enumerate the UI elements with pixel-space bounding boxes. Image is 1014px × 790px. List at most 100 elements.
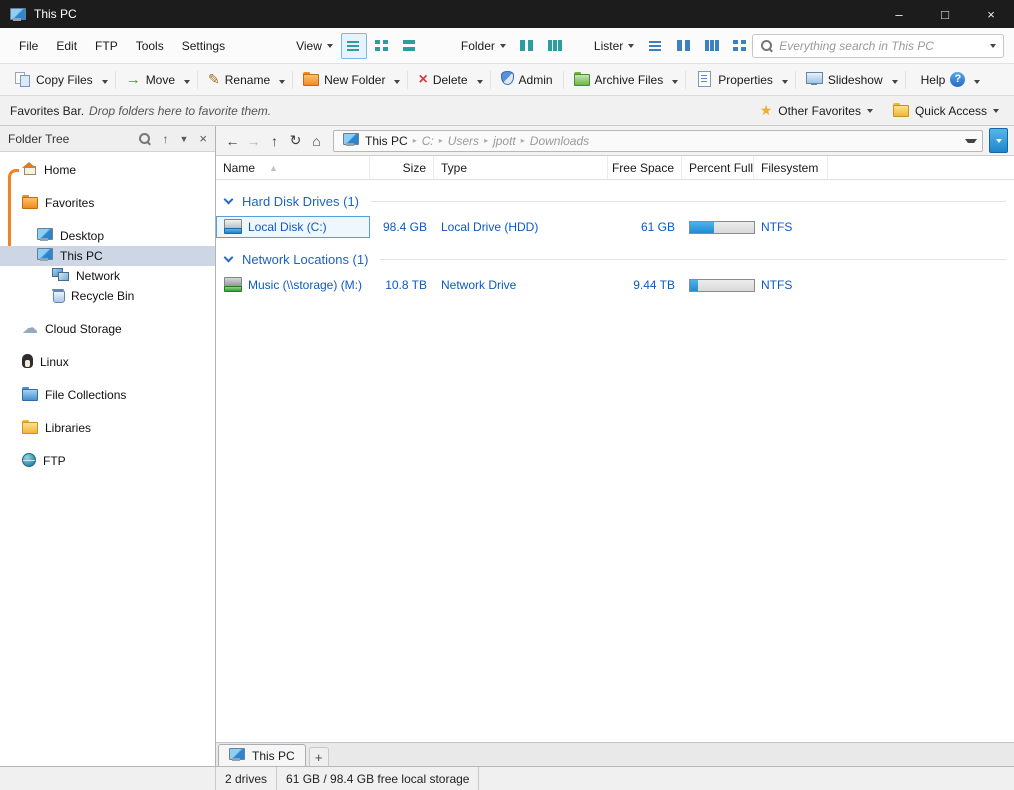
archive-files-button[interactable]: Archive Files <box>568 69 670 91</box>
column-size[interactable]: Size <box>370 156 434 179</box>
column-free-space[interactable]: Free Space <box>608 156 682 179</box>
column-type[interactable]: Type <box>434 156 608 179</box>
toolbar-dropdown[interactable] <box>669 69 681 91</box>
breadcrumb-users[interactable]: Users <box>444 133 483 149</box>
rename-button[interactable]: ✎ Rename <box>202 69 276 90</box>
details-view-button[interactable] <box>340 32 367 59</box>
toolbar-dropdown[interactable] <box>474 69 486 91</box>
maximize-button[interactable]: □ <box>922 0 968 28</box>
lister-layout-4-icon <box>732 39 747 52</box>
tiles-view-icon <box>402 39 417 52</box>
tree-item-file-collections[interactable]: File Collections <box>0 385 215 405</box>
menu-tools[interactable]: Tools <box>127 35 173 57</box>
tree-item-recycle-bin[interactable]: Recycle Bin <box>0 286 215 306</box>
toolbar-dropdown[interactable] <box>971 69 983 91</box>
refresh-button[interactable]: ↻ <box>285 130 306 152</box>
column-filesystem[interactable]: Filesystem <box>754 156 828 179</box>
favorites-bar: Favorites Bar. Drop folders here to favo… <box>0 96 1014 126</box>
toolbar-dropdown[interactable] <box>889 69 901 91</box>
lister-layout-4-button[interactable] <box>726 33 752 59</box>
tree-item-linux[interactable]: Linux <box>0 352 215 372</box>
lister-layout-2-button[interactable] <box>670 33 696 59</box>
tree-item-desktop[interactable]: Desktop <box>0 226 215 246</box>
thumbnails-view-icon <box>374 39 389 52</box>
tiles-view-button[interactable] <box>397 33 423 59</box>
quick-access-button[interactable]: Quick Access <box>888 100 1004 122</box>
chevron-down-icon <box>326 43 333 48</box>
chevron-down-icon <box>628 43 635 48</box>
tree-item-libraries[interactable]: Libraries <box>0 418 215 438</box>
chevron-down-icon[interactable] <box>990 43 996 48</box>
properties-button[interactable]: Properties <box>690 68 779 92</box>
breadcrumb-jpott[interactable]: jpott <box>489 133 520 149</box>
forward-button[interactable]: → <box>243 130 264 152</box>
new-tab-button[interactable]: + <box>308 747 329 766</box>
close-button[interactable]: × <box>968 0 1014 28</box>
other-favorites-button[interactable]: ★ Other Favorites <box>755 100 878 121</box>
tree-items: Home Favorites Desktop This PC Network Recycl… <box>0 160 215 471</box>
toolbar-dropdown[interactable] <box>779 69 791 91</box>
thumbnails-view-button[interactable] <box>369 33 395 59</box>
tree-item-cloud-storage[interactable]: ☁ Cloud Storage <box>0 319 215 339</box>
app-window: This PC – □ × File Edit FTP Tools Settings V… <box>0 0 1014 790</box>
group-header-network-locations-1[interactable]: Network Locations (1) <box>216 246 1014 272</box>
admin-button[interactable]: Admin <box>495 68 559 91</box>
folder-tree-title: Folder Tree <box>8 131 70 146</box>
search-input[interactable] <box>779 38 984 53</box>
new-folder-button[interactable]: New Folder <box>297 69 391 91</box>
tab-this-pc[interactable]: This PC <box>218 744 306 766</box>
breadcrumb-this-pc[interactable]: This PC <box>339 132 412 150</box>
column-name[interactable]: Name ▲ <box>216 156 370 179</box>
menu-edit[interactable]: Edit <box>47 35 86 57</box>
tree-item-network[interactable]: Network <box>0 266 215 286</box>
breadcrumb[interactable]: This PC ▸ C: ▸ Users ▸ jpott ▸ Downloads <box>333 129 983 152</box>
search-box <box>752 33 1004 58</box>
tree-item-this-pc[interactable]: This PC <box>0 246 215 266</box>
folder-columns-button[interactable] <box>514 33 540 59</box>
toolbar-dropdown[interactable] <box>276 69 288 91</box>
drive-row-local-disk-c[interactable]: Local Disk (C:) 98.4 GB Local Drive (HDD) 6… <box>216 215 1014 239</box>
folder-menu[interactable]: Folder <box>457 35 510 57</box>
copy-icon <box>14 71 31 87</box>
up-button[interactable]: ↑ <box>264 130 285 152</box>
tree-collapse-icon[interactable]: ↑ <box>162 132 168 146</box>
libraries-icon <box>22 420 38 434</box>
minimize-button[interactable]: – <box>876 0 922 28</box>
slideshow-button[interactable]: Slideshow <box>800 68 889 92</box>
view-menu[interactable]: View <box>292 35 337 57</box>
copy-files-button[interactable]: Copy Files <box>8 68 99 92</box>
home-button[interactable]: ⌂ <box>306 130 327 152</box>
tree-item-favorites[interactable]: Favorites <box>0 193 215 213</box>
path-dropdown-icon[interactable] <box>965 138 977 143</box>
toolbar-dropdown[interactable] <box>391 69 403 91</box>
drive-percent-full <box>682 216 755 238</box>
tree-search-icon[interactable] <box>138 132 151 145</box>
delete-button[interactable]: × Delete <box>412 69 473 91</box>
drive-row-music-storage-m[interactable]: Music (\\storage) (M:) 10.8 TB Network Dri… <box>216 273 1014 297</box>
menu-file[interactable]: File <box>10 35 47 57</box>
toolbar-dropdown[interactable] <box>99 69 111 91</box>
drive-name-cell[interactable]: Music (\\storage) (M:) <box>216 274 370 296</box>
lister-layout-1-button[interactable] <box>642 33 668 59</box>
back-button[interactable]: ← <box>222 130 243 152</box>
tree-pin-icon[interactable]: ▼ <box>179 134 188 144</box>
move-button[interactable]: → Move <box>120 69 181 90</box>
lister-menu[interactable]: Lister <box>590 35 638 57</box>
column-percent-full[interactable]: Percent Full <box>682 156 754 179</box>
toolbar-dropdown[interactable] <box>181 69 193 91</box>
folder-tiles-button[interactable] <box>542 33 568 59</box>
drive-name-cell[interactable]: Local Disk (C:) <box>216 216 370 238</box>
group-header-hard-disk-drives-1[interactable]: Hard Disk Drives (1) <box>216 188 1014 214</box>
menu-settings[interactable]: Settings <box>173 35 234 57</box>
lister-layout-3-button[interactable] <box>698 33 724 59</box>
tree-item-home[interactable]: Home <box>0 160 215 180</box>
help-button[interactable]: Help? <box>910 69 972 90</box>
tree-item-ftp[interactable]: FTP <box>0 451 215 471</box>
breadcrumb-c[interactable]: C: <box>418 133 438 149</box>
tree-close-icon[interactable]: × <box>199 131 207 146</box>
breadcrumb-downloads[interactable]: Downloads <box>526 133 593 149</box>
file-group: Hard Disk Drives (1) Local Disk (C:) 98.4 … <box>216 188 1014 239</box>
file-panel: ← → ↑ ↻ ⌂ This PC ▸ C: ▸ Users ▸ jpott ▸ Downloads N… <box>216 126 1014 766</box>
dual-display-button[interactable] <box>989 128 1008 153</box>
menu-ftp[interactable]: FTP <box>86 35 127 57</box>
